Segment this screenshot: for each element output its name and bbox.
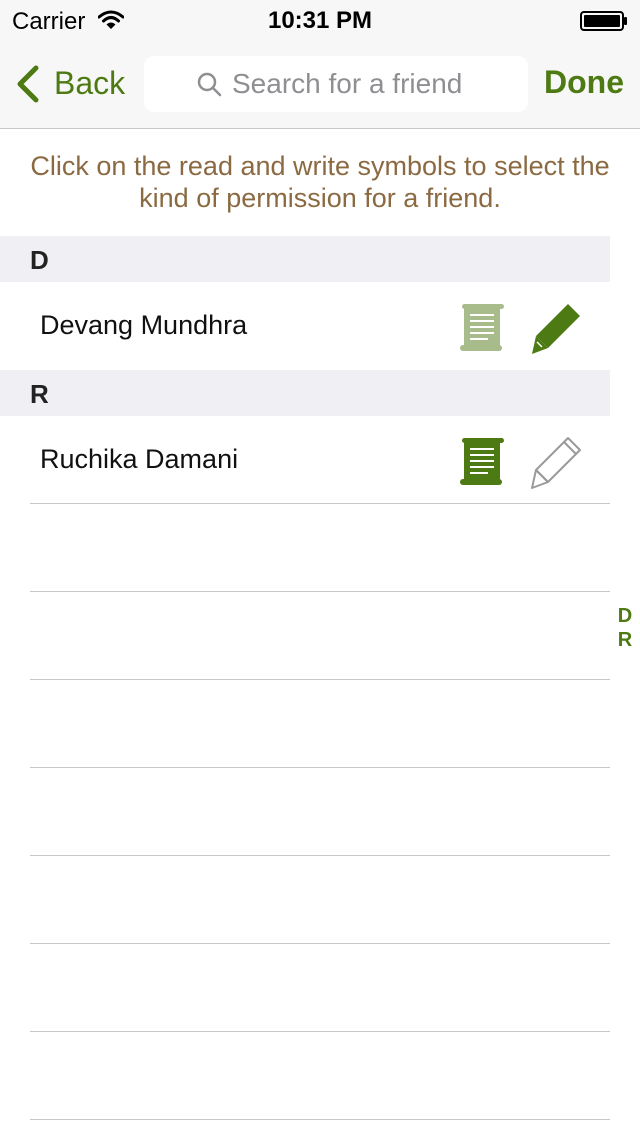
row-separator bbox=[30, 679, 610, 680]
write-permission-pencil-icon[interactable] bbox=[528, 300, 584, 356]
row-separator bbox=[30, 767, 610, 768]
row-separator bbox=[30, 1119, 610, 1120]
navigation-bar: Back Done bbox=[0, 40, 640, 129]
status-bar: Carrier 10:31 PM bbox=[0, 0, 640, 40]
write-permission-pencil-icon[interactable] bbox=[528, 434, 584, 490]
search-field[interactable] bbox=[144, 56, 528, 112]
chevron-left-icon bbox=[17, 65, 39, 103]
done-button[interactable]: Done bbox=[544, 64, 624, 101]
status-time: 10:31 PM bbox=[267, 7, 373, 34]
instruction-text: Click on the read and write symbols to s… bbox=[30, 151, 610, 213]
row-separator bbox=[30, 503, 610, 504]
friend-name: Ruchika Damani bbox=[40, 444, 239, 474]
section-index[interactable]: D R bbox=[612, 604, 638, 652]
section-header-r: R bbox=[0, 370, 610, 416]
back-label: Back bbox=[54, 65, 126, 101]
row-separator bbox=[30, 855, 610, 856]
search-icon bbox=[197, 72, 222, 97]
search-input[interactable] bbox=[232, 64, 522, 104]
row-separator bbox=[30, 1031, 610, 1032]
row-separator bbox=[30, 943, 610, 944]
friend-row[interactable]: Ruchika Damani bbox=[0, 416, 610, 504]
battery-icon bbox=[580, 11, 627, 31]
read-permission-scroll-icon[interactable] bbox=[456, 434, 510, 488]
section-header-d: D bbox=[0, 236, 610, 282]
friend-row[interactable]: Devang Mundhra bbox=[0, 282, 610, 370]
row-separator bbox=[30, 591, 610, 592]
index-letter-r[interactable]: R bbox=[612, 628, 638, 652]
friend-name: Devang Mundhra bbox=[40, 310, 248, 340]
read-permission-scroll-icon[interactable] bbox=[456, 300, 510, 354]
section-letter: D bbox=[30, 245, 49, 275]
index-letter-d[interactable]: D bbox=[612, 604, 638, 628]
section-letter: R bbox=[30, 379, 49, 409]
